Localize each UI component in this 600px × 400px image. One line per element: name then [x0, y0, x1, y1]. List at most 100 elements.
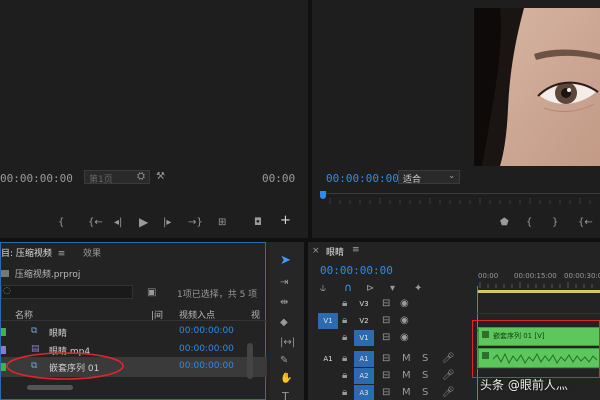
source-patch[interactable]: V1: [318, 313, 338, 329]
wrench-icon[interactable]: ⚒: [156, 172, 165, 182]
watermark: 头条 @眼前人灬: [480, 378, 568, 392]
solo-button[interactable]: S: [422, 354, 428, 364]
mic-icon[interactable]: 🎤︎: [442, 388, 455, 398]
eye-icon[interactable]: ◉: [400, 299, 409, 309]
playhead-marker[interactable]: [320, 191, 326, 199]
timeline-timecode[interactable]: 00:00:00:00: [320, 264, 393, 277]
ripple-edit-tool-icon[interactable]: ⇹: [280, 298, 288, 308]
tab-menu-icon[interactable]: ≡: [352, 245, 360, 255]
mark-in-icon[interactable]: {: [526, 218, 532, 228]
mute-button[interactable]: M: [402, 388, 411, 398]
camera-icon[interactable]: ◘: [254, 218, 262, 228]
track-name[interactable]: A2: [354, 368, 374, 384]
track-name[interactable]: V2: [354, 313, 374, 329]
new-bin-icon[interactable]: ▣: [147, 288, 156, 298]
list-item[interactable]: ⧉ 眼睛 00:00:00:00: [1, 323, 267, 343]
source-patch[interactable]: A1: [318, 351, 338, 367]
project-file-name: 压缩视频.prproj: [14, 270, 81, 280]
lock-icon[interactable]: 🔒︎: [342, 371, 347, 381]
slip-tool-icon[interactable]: |↔|: [280, 338, 295, 348]
work-area-bar[interactable]: [478, 290, 600, 293]
type-tool-icon[interactable]: T: [282, 391, 289, 400]
track-header-a2: 🔒︎ A2 ⊟ M S 🎤︎: [312, 368, 474, 385]
track-header-a1: A1 🔒︎ A1 ⊟ M S 🎤︎: [312, 351, 474, 368]
lock-icon[interactable]: 🔒︎: [342, 354, 347, 364]
timeline-ruler[interactable]: 00:00 00:00:15:00 00:00:30:0: [476, 270, 600, 290]
step-back-icon[interactable]: ◂|: [114, 218, 122, 228]
item-video-in: 00:00:00:00: [179, 326, 234, 336]
eye-icon[interactable]: ◉: [400, 333, 409, 343]
mark-out-icon[interactable]: }: [552, 218, 558, 228]
insert-icon[interactable]: ⊞: [218, 218, 226, 228]
marker-icon[interactable]: ⬟: [500, 218, 509, 228]
col-name[interactable]: 名称: [15, 308, 33, 321]
track-name[interactable]: V1: [354, 330, 374, 346]
item-name: 眼睛: [49, 329, 68, 339]
mark-in-icon[interactable]: {: [58, 218, 64, 228]
program-scrub-bar[interactable]: [320, 193, 600, 207]
lock-icon[interactable]: 🔒︎: [342, 388, 347, 398]
tab-sequence[interactable]: 眼睛: [326, 245, 344, 258]
wrench-icon[interactable]: ✦: [414, 284, 422, 294]
selection-tool-icon[interactable]: ➤: [280, 254, 291, 267]
track-name[interactable]: A3: [354, 385, 374, 400]
play-icon[interactable]: ▶: [139, 216, 148, 228]
go-to-in-icon[interactable]: {←: [578, 218, 593, 228]
mic-icon[interactable]: 🎤︎: [442, 354, 455, 364]
mute-button[interactable]: M: [402, 354, 411, 364]
settings-icon[interactable]: ⛭: [137, 172, 145, 182]
sync-lock-icon[interactable]: ⊟: [382, 388, 390, 398]
project-panel: 目: 压缩视频 ≡ 效果 压缩视频.prproj ◌ ▣ 1项已选择，共 5 项…: [0, 242, 267, 400]
linked-select-icon[interactable]: ⊳: [366, 284, 374, 294]
lock-icon[interactable]: 🔒︎: [342, 299, 347, 309]
solo-button[interactable]: S: [422, 371, 428, 381]
col-video-in[interactable]: 视频入点: [179, 308, 215, 321]
mic-icon[interactable]: 🎤︎: [442, 371, 455, 381]
zoom-dropdown[interactable]: 适合 ⌄: [398, 170, 460, 185]
track-header-v3: 🔒︎ V3 ⊟ ◉: [312, 296, 474, 313]
source-duration: 00:00: [262, 172, 296, 185]
tools-panel: ➤ ⇥ ⇹ ◆ |↔| ✎ ✋ T: [270, 242, 304, 400]
track-name[interactable]: V3: [354, 296, 374, 312]
zoom-label: 适合: [403, 175, 422, 185]
lock-icon[interactable]: 🔒︎: [342, 333, 347, 343]
track-header-v2: V1 🔒︎ V2 ⊟ ◉: [312, 313, 474, 330]
step-forward-icon[interactable]: |▸: [163, 218, 171, 228]
ruler-label: 00:00:30:0: [564, 272, 600, 280]
ruler-label: 00:00: [478, 272, 499, 280]
lock-icon[interactable]: 🔒︎: [342, 316, 347, 326]
sync-lock-icon[interactable]: ⊟: [382, 371, 390, 381]
solo-button[interactable]: S: [422, 388, 428, 398]
sync-lock-icon[interactable]: ⊟: [382, 299, 390, 309]
track-select-tool-icon[interactable]: ⇥: [280, 278, 288, 288]
tab-effects[interactable]: 效果: [83, 246, 101, 259]
tab-project[interactable]: 目: 压缩视频 ≡: [1, 246, 65, 259]
source-timecode[interactable]: 00:00:00:00: [0, 172, 73, 185]
snap-icon[interactable]: ∩: [344, 282, 352, 293]
project-search-input[interactable]: ◌: [1, 285, 133, 299]
track-name[interactable]: A1: [354, 351, 374, 367]
nest-toggle-icon[interactable]: ⫝: [320, 284, 326, 294]
program-monitor: 00:00:00:00 适合 ⌄ ⬟ { } {←: [312, 0, 600, 238]
hand-tool-icon[interactable]: ✋: [280, 374, 292, 384]
razor-tool-icon[interactable]: ◆: [280, 318, 288, 328]
scrub-ticks: [329, 198, 591, 204]
program-timecode[interactable]: 00:00:00:00: [326, 172, 399, 185]
project-scrollbar[interactable]: [247, 343, 253, 379]
tab-menu-icon[interactable]: ≡: [58, 249, 66, 259]
go-to-out-icon[interactable]: →}: [188, 218, 203, 228]
sync-lock-icon[interactable]: ⊟: [382, 354, 390, 364]
go-to-in-icon[interactable]: {←: [88, 218, 103, 228]
pen-tool-icon[interactable]: ✎: [280, 356, 288, 366]
mute-button[interactable]: M: [402, 371, 411, 381]
horizontal-scrollbar[interactable]: [27, 385, 73, 390]
eye-image: [474, 8, 600, 166]
add-marker-icon[interactable]: ▾: [390, 284, 395, 294]
lane-separator: [476, 313, 600, 314]
sequence-icon: ⧉: [31, 326, 38, 336]
close-tab-icon[interactable]: ×: [312, 246, 320, 256]
sync-lock-icon[interactable]: ⊟: [382, 333, 390, 343]
add-button-icon[interactable]: +: [280, 214, 291, 227]
sync-lock-icon[interactable]: ⊟: [382, 316, 390, 326]
eye-icon[interactable]: ◉: [400, 316, 409, 326]
